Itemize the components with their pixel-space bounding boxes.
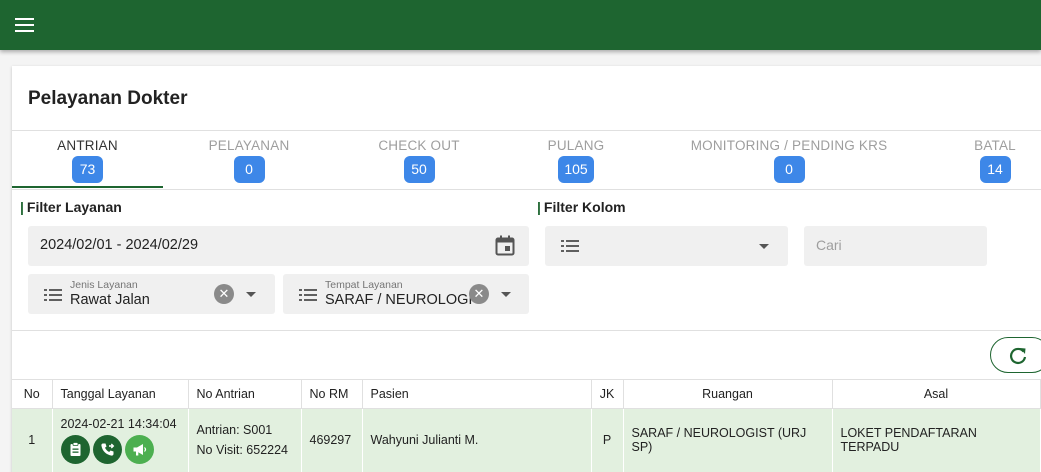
cell-tanggal-layanan: 2024-02-21 14:34:04: [52, 408, 189, 472]
cell-no-antrian: Antrian: S001 No Visit: 652224: [188, 408, 302, 472]
divider: [12, 189, 1041, 190]
hamburger-menu-icon[interactable]: [14, 15, 36, 35]
megaphone-icon: [133, 443, 146, 456]
date-range-field[interactable]: 2024/02/01 - 2024/02/29: [28, 226, 529, 266]
tab-label: BATAL: [974, 138, 1016, 153]
filter-layanan-heading: | Filter Layanan: [20, 199, 122, 215]
patient-queue-table: No Tanggal Layanan No Antrian No RM Pasi…: [12, 379, 1041, 472]
column-header-jk[interactable]: JK: [591, 379, 624, 409]
refresh-icon: [1009, 347, 1027, 364]
column-header-pasien[interactable]: Pasien: [362, 379, 592, 409]
cell-ruangan: SARAF / NEUROLOGIST (URJ SP): [623, 408, 833, 472]
tab-count-badge: 105: [558, 156, 594, 183]
tab-count-badge: 14: [979, 156, 1011, 183]
clipboard-button[interactable]: [60, 434, 90, 464]
antrian-number: Antrian: S001: [196, 423, 273, 438]
tab-monitoring-pending-krs[interactable]: MONITORING / PENDING KRS 0: [679, 130, 899, 188]
tab-check-out[interactable]: CHECK OUT 50: [344, 130, 494, 188]
date-range-value: 2024/02/01 - 2024/02/29: [40, 237, 199, 253]
tab-label: CHECK OUT: [378, 138, 460, 153]
top-app-bar: [0, 0, 1041, 50]
tempat-layanan-select[interactable]: Tempat Layanan SARAF / NEUROLOGI ✕: [283, 274, 529, 314]
tab-label: PELAYANAN: [208, 138, 290, 153]
table-header-row: No Tanggal Layanan No Antrian No RM Pasi…: [12, 379, 1041, 409]
cell-jk: P: [591, 408, 624, 472]
cell-no-rm: 469297: [301, 408, 363, 472]
list-icon: [299, 289, 317, 302]
divider: [12, 330, 1041, 331]
jenis-layanan-label: Jenis Layanan: [70, 279, 138, 291]
tab-label: PULANG: [547, 138, 605, 153]
column-header-no[interactable]: No: [12, 379, 53, 409]
call-transfer-button[interactable]: [92, 434, 122, 464]
column-header-ruangan[interactable]: Ruangan: [623, 379, 833, 409]
tab-count-badge: 0: [233, 156, 265, 183]
tab-pulang[interactable]: PULANG 105: [501, 130, 651, 188]
refresh-button[interactable]: [990, 337, 1041, 373]
chevron-down-icon[interactable]: [759, 244, 769, 249]
tab-label: ANTRIAN: [57, 138, 118, 153]
search-placeholder: Cari: [816, 237, 842, 253]
cell-pasien: Wahyuni Julianti M.: [362, 408, 592, 472]
announce-button[interactable]: [124, 434, 154, 464]
column-header-no-antrian[interactable]: No Antrian: [188, 379, 302, 409]
cell-asal: LOKET PENDAFTARAN TERPADU: [832, 408, 1041, 472]
jenis-layanan-value: Rawat Jalan: [70, 292, 150, 308]
tab-batal[interactable]: BATAL 14: [960, 130, 1030, 188]
visit-number: No Visit: 652224: [196, 443, 289, 458]
tab-label: MONITORING / PENDING KRS: [690, 138, 888, 153]
table-row[interactable]: 1 2024-02-21 14:34:04 Antrian: S001 No V…: [12, 408, 1041, 472]
tab-count-badge: 0: [773, 156, 805, 183]
filter-kolom-heading: | Filter Kolom: [537, 199, 626, 215]
chevron-down-icon[interactable]: [246, 292, 256, 297]
main-card: Pelayanan Dokter ANTRIAN 73 PELAYANAN 0 …: [12, 66, 1041, 472]
search-input[interactable]: Cari: [804, 226, 987, 266]
tab-count-badge: 50: [403, 156, 435, 183]
tempat-layanan-value: SARAF / NEUROLOGI: [325, 292, 473, 308]
list-icon: [44, 289, 62, 302]
column-header-asal[interactable]: Asal: [832, 379, 1041, 409]
phone-forward-icon: [100, 443, 114, 456]
calendar-icon[interactable]: [495, 235, 515, 256]
tempat-layanan-label: Tempat Layanan: [325, 279, 403, 291]
page-title: Pelayanan Dokter: [28, 88, 188, 109]
jenis-layanan-select[interactable]: Jenis Layanan Rawat Jalan ✕: [28, 274, 275, 314]
clear-icon[interactable]: ✕: [214, 284, 234, 304]
cell-no: 1: [12, 408, 53, 472]
clipboard-icon: [70, 441, 80, 456]
column-filter-select[interactable]: [545, 226, 788, 266]
list-icon: [561, 240, 579, 253]
cell-tanggal-value: 2024-02-21 14:34:04: [60, 416, 177, 431]
column-header-no-rm[interactable]: No RM: [301, 379, 363, 409]
tab-pelayanan[interactable]: PELAYANAN 0: [174, 130, 324, 188]
column-header-tanggal-layanan[interactable]: Tanggal Layanan: [52, 379, 189, 409]
clear-icon[interactable]: ✕: [469, 284, 489, 304]
tab-antrian[interactable]: ANTRIAN 73: [12, 130, 163, 188]
tab-count-badge: 73: [72, 156, 103, 183]
chevron-down-icon[interactable]: [501, 292, 511, 297]
